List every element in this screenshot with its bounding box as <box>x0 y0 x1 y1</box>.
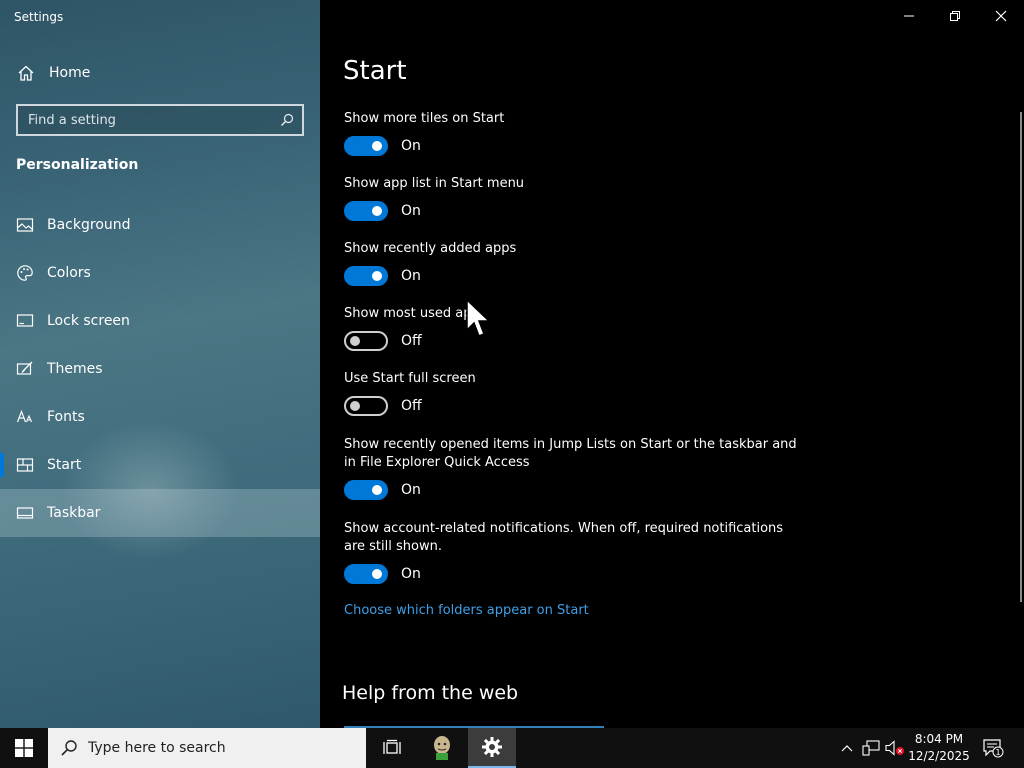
picture-icon <box>16 218 34 232</box>
show-hidden-icons-button[interactable] <box>836 728 858 768</box>
taskbar-search-box[interactable]: Type here to search <box>48 728 366 768</box>
action-center-button[interactable]: 1 <box>978 728 1008 768</box>
sidebar-item-label: Colors <box>47 265 91 281</box>
sidebar-item-colors[interactable]: Colors <box>0 249 320 297</box>
settings-content: Start Show more tiles on Start On Show a… <box>320 0 1024 728</box>
settings-taskbar-button[interactable] <box>468 728 516 768</box>
find-setting-input[interactable] <box>28 112 268 128</box>
toggle-state-label: On <box>401 482 421 498</box>
task-view-icon <box>383 739 401 754</box>
home-icon <box>18 65 34 81</box>
windows-logo-icon <box>15 739 33 757</box>
taskbar-app-button[interactable] <box>418 728 466 768</box>
close-icon <box>995 10 1007 22</box>
toggle-state-label: On <box>401 138 421 154</box>
sidebar-item-label: Lock screen <box>47 313 130 329</box>
setting-label: Use Start full screen <box>344 371 476 386</box>
sidebar-item-label: Background <box>47 217 131 233</box>
full-screen-toggle[interactable] <box>344 396 388 416</box>
setting-app-list: Show app list in Start menu On <box>344 175 804 221</box>
help-heading: Help from the web <box>342 682 519 704</box>
taskbar-icon <box>16 507 34 519</box>
sidebar-item-taskbar[interactable]: Taskbar <box>0 489 320 537</box>
gear-icon <box>482 737 502 757</box>
volume-tray-button[interactable] <box>884 728 906 768</box>
choose-folders-link[interactable]: Choose which folders appear on Start <box>344 603 589 618</box>
home-label: Home <box>49 65 91 81</box>
setting-jump-lists: Show recently opened items in Jump Lists… <box>344 436 804 500</box>
fonts-icon <box>16 409 33 423</box>
setting-label: Show most used ap <box>344 306 472 321</box>
notifications-icon: 1 <box>983 739 1004 758</box>
restore-icon <box>950 11 960 21</box>
setting-label: Show recently opened items in Jump Lists… <box>344 437 797 470</box>
restore-button[interactable] <box>932 0 978 32</box>
close-button[interactable] <box>978 0 1024 32</box>
app-title: Settings <box>14 10 64 24</box>
setting-more-tiles: Show more tiles on Start On <box>344 110 804 156</box>
clock-date: 12/2/2025 <box>908 749 970 763</box>
sidebar-item-label: Themes <box>47 361 103 377</box>
notification-count: 1 <box>995 748 1000 757</box>
search-icon <box>61 740 77 756</box>
toggle-state-label: On <box>401 566 421 582</box>
start-tiles-icon <box>16 458 34 472</box>
palette-icon <box>17 265 33 281</box>
setting-full-screen: Use Start full screen Off <box>344 370 804 416</box>
sidebar-item-label: Start <box>47 457 82 473</box>
most-used-toggle[interactable] <box>344 331 388 351</box>
sidebar-item-label: Taskbar <box>47 505 101 521</box>
sidebar-item-start[interactable]: Start <box>0 441 320 489</box>
taskbar-clock[interactable]: 8:04 PM 12/2/2025 <box>906 731 972 765</box>
section-heading: Personalization <box>16 157 139 173</box>
network-tray-button[interactable] <box>860 728 882 768</box>
sidebar-item-lock-screen[interactable]: Lock screen <box>0 297 320 345</box>
setting-most-used: Show most used ap Off <box>344 305 804 351</box>
setting-label: Show account-related notifications. When… <box>344 521 784 554</box>
home-nav-item[interactable]: Home <box>0 56 320 90</box>
recently-added-toggle[interactable] <box>344 266 388 286</box>
settings-sidebar: Settings Home Personalization Background… <box>0 0 320 728</box>
clock-time: 8:04 PM <box>914 732 964 746</box>
find-setting-search[interactable] <box>16 104 304 136</box>
toggle-state-label: On <box>401 268 421 284</box>
mouse-cursor-icon <box>466 298 491 337</box>
themes-icon <box>16 361 33 375</box>
task-view-button[interactable] <box>368 728 416 768</box>
more-tiles-toggle[interactable] <box>344 136 388 156</box>
app-list-toggle[interactable] <box>344 201 388 221</box>
search-icon[interactable] <box>280 113 294 127</box>
minimize-button[interactable] <box>886 0 932 32</box>
sidebar-item-themes[interactable]: Themes <box>0 345 320 393</box>
chevron-up-icon <box>841 745 853 752</box>
account-notifications-toggle[interactable] <box>344 564 388 584</box>
jump-lists-toggle[interactable] <box>344 480 388 500</box>
volume-muted-icon <box>885 740 904 756</box>
network-icon <box>862 740 880 756</box>
setting-account-notifications: Show account-related notifications. When… <box>344 520 804 584</box>
taskbar-search-placeholder: Type here to search <box>88 740 226 756</box>
toggle-state-label: Off <box>401 398 422 414</box>
lock-screen-icon <box>16 314 34 327</box>
sidebar-item-label: Fonts <box>47 409 85 425</box>
setting-recently-added: Show recently added apps On <box>344 240 804 286</box>
sidebar-item-fonts[interactable]: Fonts <box>0 393 320 441</box>
setting-label: Show recently added apps <box>344 241 517 256</box>
scrollbar[interactable] <box>1020 112 1022 602</box>
character-app-icon <box>434 736 450 760</box>
setting-label: Show more tiles on Start <box>344 111 505 126</box>
start-button[interactable] <box>0 728 48 768</box>
sidebar-item-background[interactable]: Background <box>0 201 320 249</box>
toggle-state-label: On <box>401 203 421 219</box>
toggle-state-label: Off <box>401 333 422 349</box>
minimize-icon <box>904 15 914 17</box>
page-title: Start <box>343 56 407 86</box>
setting-label: Show app list in Start menu <box>344 176 525 191</box>
